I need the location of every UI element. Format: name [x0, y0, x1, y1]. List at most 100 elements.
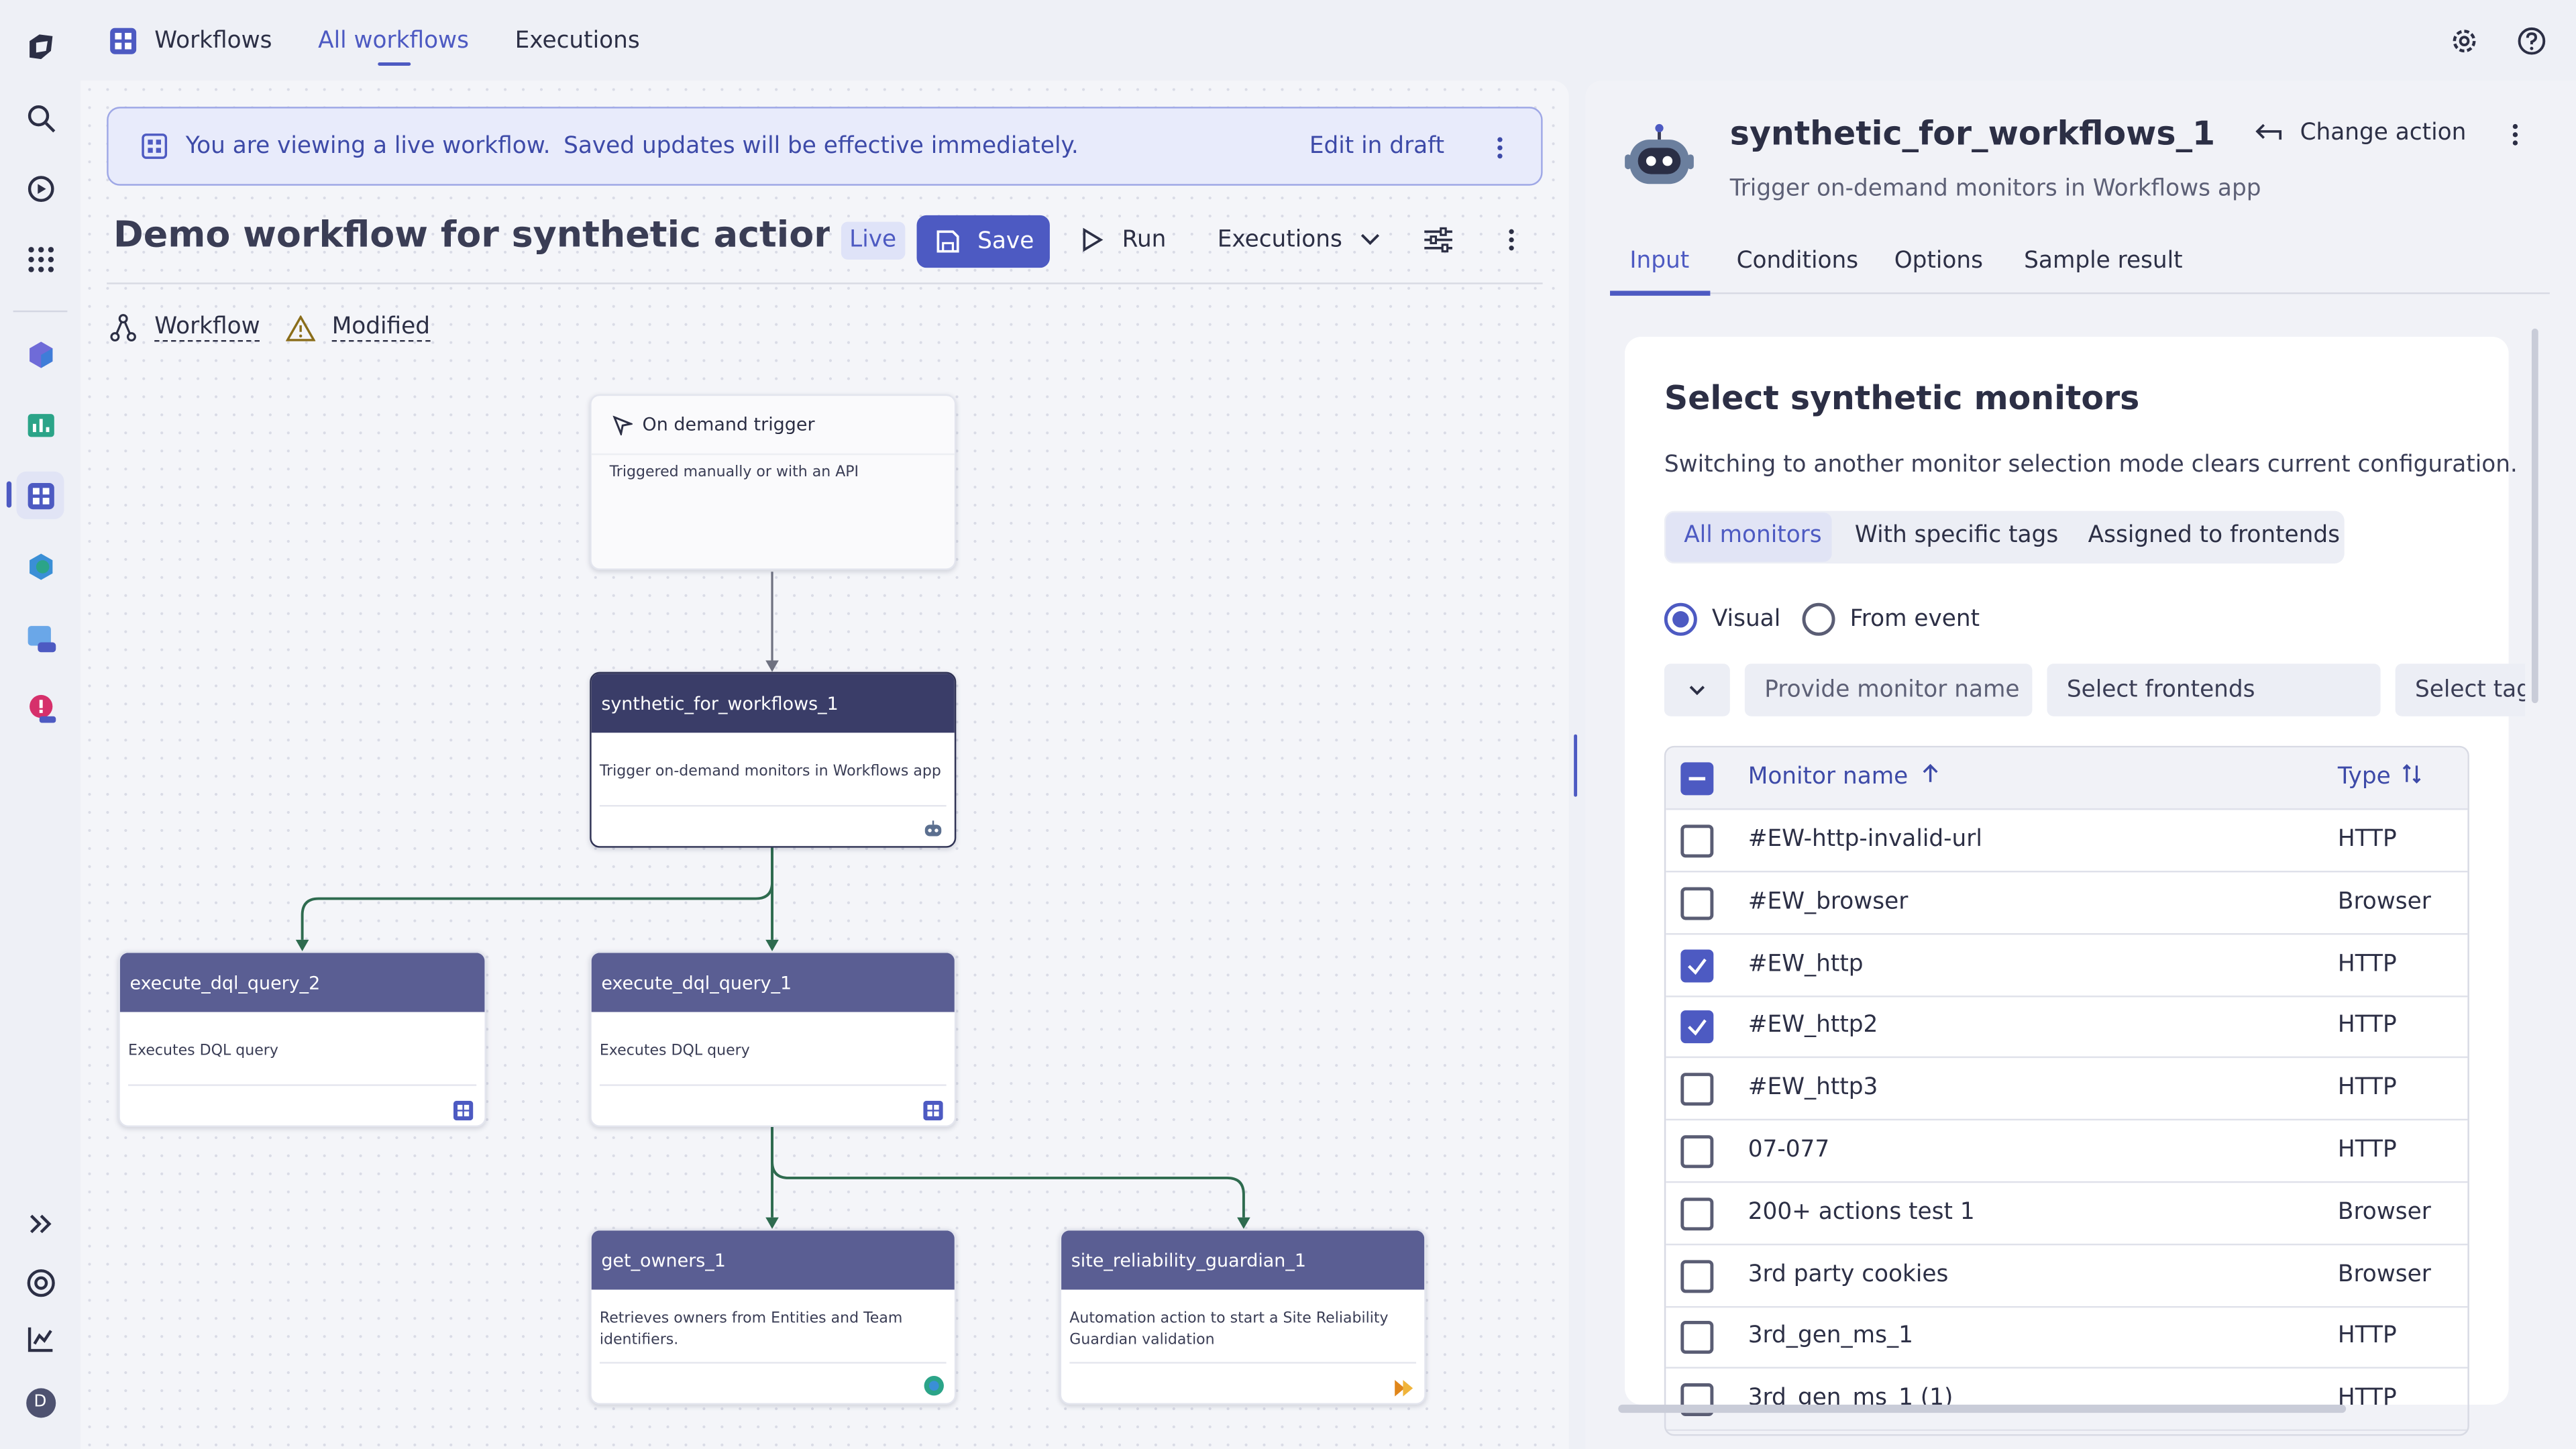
select-all-checkbox[interactable]: [1680, 762, 1714, 796]
node-title: execute_dql_query_2: [129, 971, 321, 994]
node-description: Executes DQL query: [599, 1043, 750, 1060]
cursor-icon: [612, 415, 633, 435]
panel-more-icon[interactable]: [2510, 121, 2520, 154]
radio-from-event[interactable]: From event: [1802, 602, 1980, 636]
node-title: site_reliability_guardian_1: [1071, 1249, 1307, 1271]
tab-conditions[interactable]: Conditions: [1737, 248, 1858, 274]
mode-all-monitors[interactable]: All monitors: [1684, 523, 1821, 549]
robot-icon: [923, 815, 943, 847]
row-checkbox[interactable]: [1680, 949, 1714, 982]
table-row[interactable]: #EW-http-invalid-url HTTP: [1666, 810, 2468, 873]
tab-options[interactable]: Options: [1894, 248, 1983, 274]
radio-visual-circle: [1664, 602, 1697, 636]
row-checkbox[interactable]: [1680, 886, 1714, 920]
monitor-name: #EW_http2: [1748, 1012, 1878, 1039]
node-execute-dql-query-2[interactable]: execute_dql_query_2 Executes DQL query: [118, 951, 486, 1128]
col-monitor-name-label: Monitor name: [1748, 763, 1909, 790]
monitor-type: HTTP: [2337, 1075, 2397, 1102]
tags-label: Select tag: [2415, 676, 2526, 704]
table-row[interactable]: 3rd_gen_ms_1 (1) HTTP: [1666, 1368, 2468, 1432]
vertical-scrollbar[interactable]: [2531, 328, 2538, 704]
frontends-label: Select frontends: [2066, 676, 2255, 704]
monitor-name: #EW_browser: [1748, 888, 1909, 915]
radio-visual-label: Visual: [1711, 606, 1781, 633]
col-monitor-name[interactable]: Monitor name: [1748, 764, 1939, 790]
node-execute-dql-query-1[interactable]: execute_dql_query_1 Executes DQL query: [590, 951, 957, 1128]
tabs-divider: [1610, 292, 2550, 294]
table-row[interactable]: #EW_http2 HTTP: [1666, 996, 2468, 1059]
change-action-button[interactable]: Change action: [2255, 120, 2466, 146]
row-checkbox[interactable]: [1680, 1073, 1714, 1106]
action-title[interactable]: synthetic_for_workflows_1: [1730, 113, 2215, 153]
row-checkbox[interactable]: [1680, 824, 1714, 858]
frontends-select[interactable]: Select frontends: [2047, 663, 2381, 716]
monitor-type: Browser: [2337, 1199, 2431, 1226]
settings-gear-icon[interactable]: [2448, 25, 2481, 64]
guardian-app-icon: [1393, 1373, 1415, 1403]
action-subtitle: Trigger on-demand monitors in Workflows …: [1729, 176, 2261, 203]
row-checkbox[interactable]: [1680, 1011, 1714, 1044]
mode-assigned-frontends[interactable]: Assigned to frontends: [2088, 523, 2340, 549]
monitor-name-input[interactable]: Provide monitor name: [1744, 663, 2033, 716]
table-row[interactable]: 200+ actions test 1 Browser: [1666, 1183, 2468, 1245]
panel-resize-handle[interactable]: [1574, 734, 1578, 797]
monitors-table: Monitor name Type #EW-http-invalid-url HT…: [1664, 745, 2469, 1436]
node-title: execute_dql_query_1: [601, 971, 792, 994]
change-action-label: Change action: [2300, 119, 2467, 146]
monitor-type: Browser: [2337, 888, 2431, 915]
active-tab-indicator: [1610, 290, 1711, 296]
table-row[interactable]: #EW_http3 HTTP: [1666, 1059, 2468, 1121]
node-description: Triggered manually or with an API: [609, 465, 859, 482]
selection-mode-switch: All monitors With specific tags Assigned…: [1664, 511, 2345, 564]
monitor-name: 3rd party cookies: [1748, 1260, 1949, 1288]
node-title: On demand trigger: [642, 414, 815, 435]
node-get-owners[interactable]: get_owners_1 Retrieves owners from Entit…: [590, 1228, 957, 1405]
node-trigger-header: On demand trigger: [591, 396, 955, 455]
row-checkbox[interactable]: [1680, 1197, 1714, 1230]
monitor-name: 07-077: [1748, 1136, 1830, 1163]
node-description: Automation action to start a Site Reliab…: [1069, 1311, 1389, 1349]
chevron-down-icon: [1689, 686, 1705, 696]
monitor-type: HTTP: [2337, 1136, 2397, 1163]
monitor-name-placeholder: Provide monitor name: [1764, 676, 2020, 704]
node-header: get_owners_1: [591, 1230, 955, 1290]
table-row[interactable]: #EW_browser Browser: [1666, 872, 2468, 934]
tab-sample-result[interactable]: Sample result: [2024, 248, 2182, 274]
node-title: get_owners_1: [601, 1249, 726, 1271]
section-title: Select synthetic monitors: [1664, 378, 2140, 418]
check-icon: [1688, 957, 1707, 975]
sort-asc-icon: [1923, 763, 1938, 782]
table-row[interactable]: #EW_http HTTP: [1666, 934, 2468, 997]
robot-action-icon: [1625, 123, 1694, 199]
row-checkbox[interactable]: [1680, 1135, 1714, 1169]
node-site-reliability-guardian[interactable]: site_reliability_guardian_1 Automation a…: [1059, 1228, 1426, 1405]
monitor-type: HTTP: [2337, 950, 2397, 977]
row-checkbox[interactable]: [1680, 1259, 1714, 1293]
check-icon: [1688, 1020, 1707, 1036]
col-type[interactable]: Type: [2338, 764, 2421, 790]
horizontal-scrollbar[interactable]: [1618, 1404, 2347, 1413]
row-checkbox[interactable]: [1680, 1321, 1714, 1354]
table-row[interactable]: 3rd party cookies Browser: [1666, 1244, 2468, 1307]
section-hint: Switching to another monitor selection m…: [1664, 451, 2518, 478]
table-row[interactable]: 07-077 HTTP: [1666, 1120, 2468, 1183]
monitor-name: #EW_http: [1748, 950, 1864, 977]
monitor-name: #EW-http-invalid-url: [1748, 826, 1982, 853]
dql-app-icon: [453, 1095, 474, 1125]
help-icon[interactable]: [2515, 25, 2548, 64]
mode-specific-tags[interactable]: With specific tags: [1855, 523, 2058, 549]
radio-visual[interactable]: Visual: [1664, 602, 1781, 636]
monitor-type: Browser: [2337, 1260, 2431, 1288]
node-description: Trigger on-demand monitors in Workflows …: [599, 763, 941, 781]
monitor-name: 200+ actions test 1: [1748, 1199, 1975, 1226]
sort-both-icon: [2402, 763, 2420, 784]
filter-toggle-button[interactable]: [1664, 663, 1730, 716]
monitor-type: HTTP: [2337, 1385, 2397, 1412]
table-row[interactable]: 3rd_gen_ms_1 HTTP: [1666, 1307, 2468, 1369]
tags-select[interactable]: Select tag: [2395, 663, 2526, 716]
monitor-type: HTTP: [2337, 826, 2397, 853]
node-synthetic-for-workflows[interactable]: synthetic_for_workflows_1 Trigger on-dem…: [590, 672, 957, 848]
tab-input[interactable]: Input: [1629, 248, 1689, 274]
node-on-demand-trigger[interactable]: On demand trigger Triggered manually or …: [590, 394, 957, 570]
monitor-name: #EW_http3: [1748, 1075, 1878, 1102]
